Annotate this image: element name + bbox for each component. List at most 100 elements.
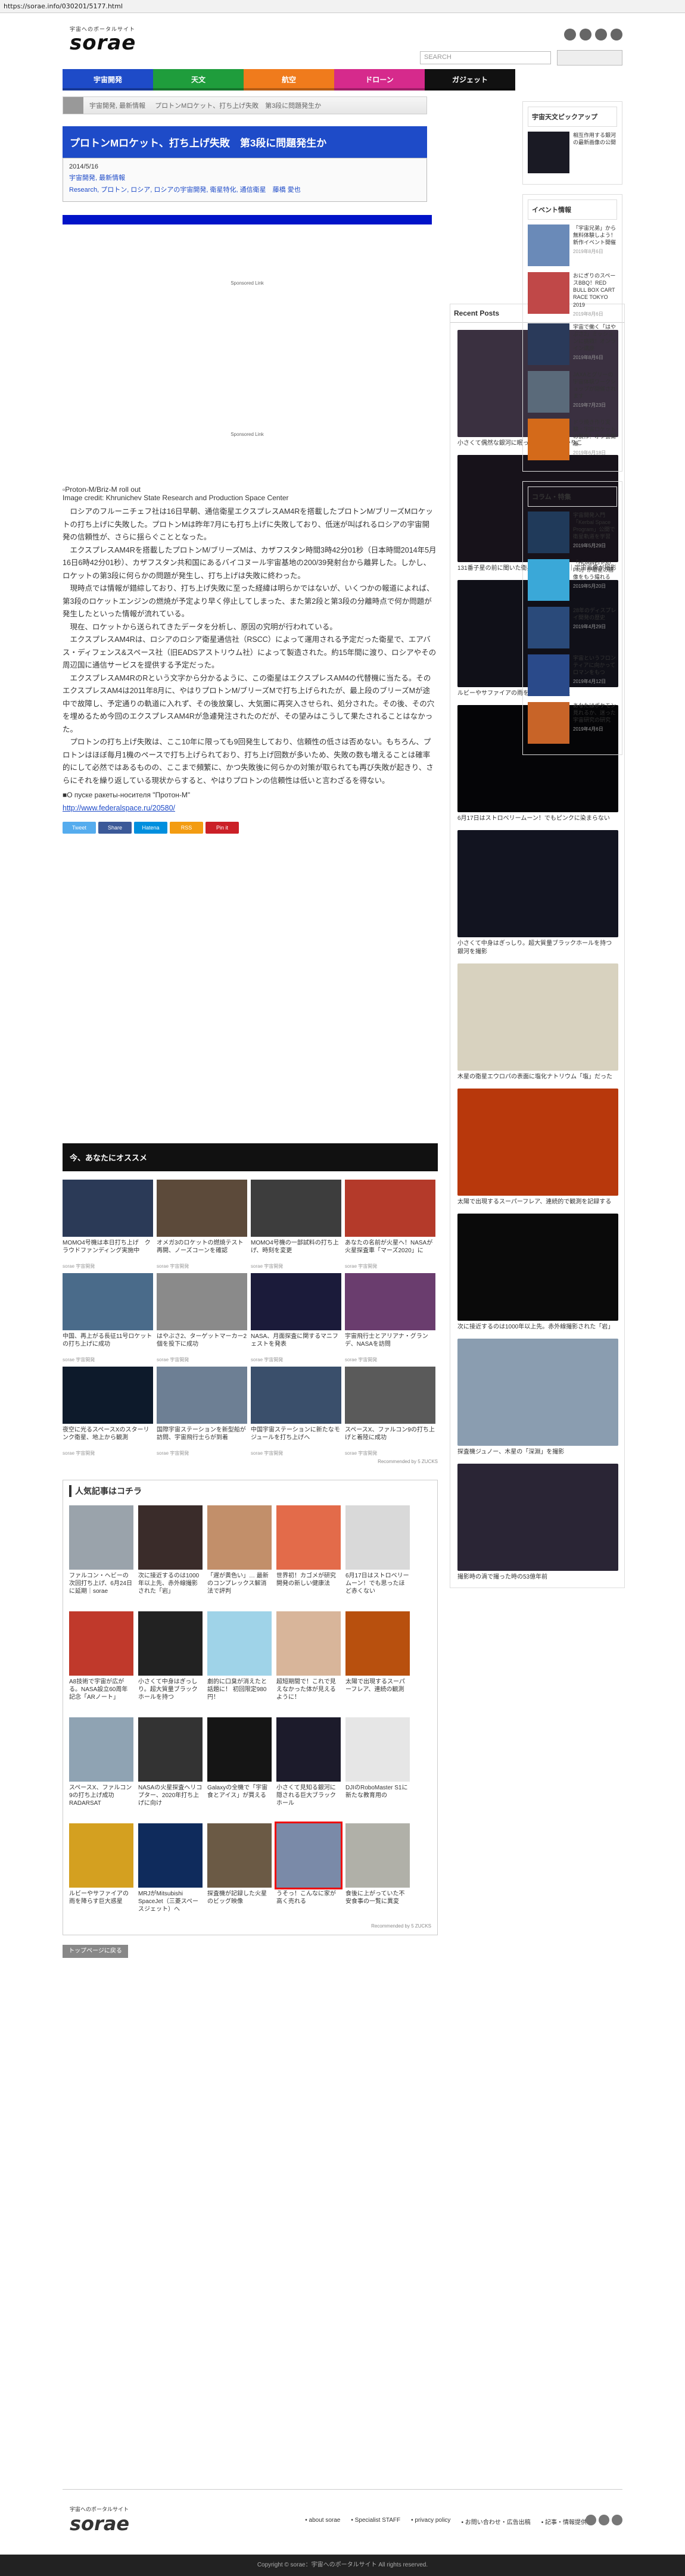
recommend-card[interactable]: はやぶさ2、ターゲットマーカー2個を投下に成功 sorae 宇宙開発: [157, 1273, 247, 1363]
popular-thumbnail: [345, 1505, 410, 1570]
share-button[interactable]: Tweet: [63, 822, 96, 834]
sidebar-item[interactable]: 「宇宙兄弟」から無料体験しよう！新作イベント開催 2019年8月6日: [528, 224, 617, 266]
recommend-card[interactable]: オメガ3のロケットの燃焼テスト再開、ノーズコーンを確認 sorae 宇宙開発: [157, 1180, 247, 1270]
popular-card[interactable]: 超短期間で！これで見えなかった体が見えるように！: [276, 1611, 341, 1709]
popular-card[interactable]: 6月17日はストロベリームーン！でも思ったほど赤くない: [345, 1505, 410, 1603]
facebook-icon[interactable]: [580, 29, 591, 40]
sidebar-item[interactable]: あなたはポケモン見れるか、迷った宇宙研究の研究 2019年4月6日: [528, 701, 617, 744]
recommend-source: sorae 宇宙開発: [157, 1264, 189, 1269]
share-button[interactable]: Pin it: [206, 822, 239, 834]
share-button[interactable]: Share: [98, 822, 132, 834]
back-to-top-button[interactable]: トップページに戻る: [63, 1945, 128, 1958]
nav-item[interactable]: 航空: [244, 69, 334, 91]
popular-thumbnail: [69, 1823, 133, 1888]
nav-item[interactable]: 宇宙開発: [63, 69, 153, 91]
popular-card[interactable]: ルビーやサファイアの雨を降らす巨大惑星: [69, 1823, 133, 1921]
site-logo[interactable]: sorae: [70, 31, 136, 55]
popular-thumbnail: [69, 1717, 133, 1782]
recommend-card[interactable]: あなたの名前が火星へ！NASAが火星探査車「マーズ2020」に sorae 宇宙開…: [345, 1180, 435, 1270]
ad-banner[interactable]: [63, 215, 432, 224]
article-tags[interactable]: Research, プロトン, ロシア, ロシアの宇宙開発, 衛星特化, 通信衛…: [69, 186, 266, 194]
popular-title: スペースX、ファルコン9の打ち上げ成功 RADARSAT: [69, 1785, 132, 1807]
nav-item[interactable]: 天文: [153, 69, 244, 91]
popular-title: 次に接近するのは1000年以上先、赤外線撮影された「岩」: [138, 1573, 200, 1595]
recent-post[interactable]: 木星の衛星エウロパの表面に塩化ナトリウム「塩」だった: [450, 963, 624, 1081]
recommend-card[interactable]: 中国宇宙ステーションに新たなモジュールを打ち上げへ sorae 宇宙開発: [251, 1367, 341, 1457]
recommend-card[interactable]: MOMO4号機の一部試料の打ち上げ、時刻を変更 sorae 宇宙開発: [251, 1180, 341, 1270]
sidebar-item[interactable]: 宇宙開発入門「Kerbal Space Program」公開で衛星軌道を学習 20…: [528, 511, 617, 553]
recent-post[interactable]: 探査機ジュノー、木星の「深淵」を撮影: [450, 1339, 624, 1457]
nav-item[interactable]: ガジェット: [425, 69, 515, 91]
popular-card[interactable]: MRJがMitsubishi SpaceJet（三菱スペースジェット）へ: [138, 1823, 203, 1921]
footer-link[interactable]: • privacy policy: [411, 2517, 450, 2526]
rss-icon[interactable]: [612, 2515, 622, 2525]
popular-card[interactable]: ファルコン・ヘビーの次回打ち上げ、6月24日に延期｜sorae: [69, 1505, 133, 1603]
recommend-card[interactable]: 夜空に光るスペースXのスターリンク衛星、地上から観測 sorae 宇宙開発: [63, 1367, 153, 1457]
article-categories[interactable]: 宇宙開発, 最新情報: [69, 173, 421, 182]
footer-links: • about sorae • Specialist STAFF • privacy…: [305, 2517, 587, 2526]
sidebar-item[interactable]: ドラ焼き作り実験・宇宙ロケットの製作！オフ会開催 2019年6月18日: [528, 418, 617, 460]
footer-link[interactable]: • about sorae: [305, 2517, 340, 2526]
sidebar-item[interactable]: 「HUAWEI P30 Pro」が衛星の画像をもう撮れる 2019年5月20日: [528, 559, 617, 601]
recommend-thumbnail: [251, 1180, 341, 1237]
popular-card[interactable]: NASAの火星探査ヘリコプター、2020年打ち上げに向け: [138, 1717, 203, 1815]
popular-card[interactable]: 世界初！カゴメが研究開発の新しい健康法: [276, 1505, 341, 1603]
source-link[interactable]: http://www.federalspace.ru/20580/: [63, 804, 438, 812]
recommend-card[interactable]: 宇宙飛行士とアリアナ・グランデ、NASAを訪問 sorae 宇宙開発: [345, 1273, 435, 1363]
popular-title: 太陽で出現するスーパーフレア、連続の観測: [345, 1679, 405, 1693]
home-icon[interactable]: [63, 97, 83, 114]
recommend-card[interactable]: 国際宇宙ステーションを新型船が訪問、宇宙飛行士らが到着 sorae 宇宙開発: [157, 1367, 247, 1457]
footer-social-icons: [586, 2515, 622, 2525]
article-author[interactable]: 藤橋 愛也: [273, 186, 301, 194]
recommend-thumbnail: [345, 1367, 435, 1424]
popular-card[interactable]: DJIのRoboMaster S1に新たな教育用の: [345, 1717, 410, 1815]
popular-card[interactable]: 探査機が記録した火星のビッグ映像: [207, 1823, 272, 1921]
popular-card[interactable]: A8技術で宇宙が広がる。NASA設立60周年記念「ARノート」: [69, 1611, 133, 1709]
share-button[interactable]: Hatena: [134, 822, 167, 834]
sidebar-item[interactable]: 宇宙というフロンティアに向かってロマンをもつ 2019年4月12日: [528, 654, 617, 696]
twitter-icon[interactable]: [564, 29, 576, 40]
search-input[interactable]: SEARCH: [420, 51, 551, 64]
share-button[interactable]: RSS: [170, 822, 203, 834]
sidebar-item[interactable]: 相互作用する銀河の最新画像の公開: [528, 132, 617, 173]
footer-link[interactable]: • Specialist STAFF: [351, 2517, 400, 2526]
popular-card[interactable]: うそっ！こんなに家が高く売れる: [275, 1822, 342, 1921]
sidebar-item[interactable]: 宇宙で働く「はやぶさ2」ミッションに挑戦！オンライン講座 2019年8月6日: [528, 323, 617, 365]
article-date: 2014/5/16: [69, 163, 98, 170]
popular-card[interactable]: Galaxyの全機で「宇宙食とアイス」が買える: [207, 1717, 272, 1815]
nav-item[interactable]: ドローン: [334, 69, 425, 91]
social-icons: [564, 29, 622, 40]
popular-card[interactable]: 小さくて見知る銀河に隠される巨大ブラックホール: [276, 1717, 341, 1815]
popular-card[interactable]: 「遅が黄色い」… 最新のコンプレックス解消法で評判: [207, 1505, 272, 1603]
sidebar-text: 宇宙というフロンティアに向かってロマンをもつ 2019年4月12日: [573, 654, 617, 696]
sidebar-item[interactable]: 28年のディスプレイ開発の歴史 2019年4月29日: [528, 606, 617, 648]
popular-card[interactable]: 食後に上がっていた不安食事の一覧に異変: [345, 1823, 410, 1921]
recent-post[interactable]: 小さくて中身はぎっしり。超大質量ブラックホールを持つ銀河を撮影: [450, 830, 624, 956]
recommend-card[interactable]: MOMO4号機は本日打ち上げ クラウドファンディング実施中 sorae 宇宙開発: [63, 1180, 153, 1270]
search-button[interactable]: [557, 50, 622, 66]
popular-card[interactable]: スペースX、ファルコン9の打ち上げ成功 RADARSAT: [69, 1717, 133, 1815]
recommend-thumbnail: [63, 1273, 153, 1330]
facebook-icon[interactable]: [599, 2515, 609, 2525]
twitter-icon[interactable]: [586, 2515, 596, 2525]
sidebar-item[interactable]: JAXAとグリーの宇宙体験ワークショップが開催されます 2019年7月23日: [528, 370, 617, 413]
recent-post[interactable]: 次に接近するのは1000年以上先。赤外線撮影された「岩」: [450, 1214, 624, 1331]
popular-card[interactable]: 太陽で出現するスーパーフレア、連続の観測: [345, 1611, 410, 1709]
address-bar[interactable]: https://sorae.info/030201/5177.html: [0, 0, 685, 13]
popular-card[interactable]: 劇的に口臭が消えたと話題に！ 初回限定980円！: [207, 1611, 272, 1709]
article-paragraph: エクスプレスAM4RのRという文字から分かるように、この衛星はエクスプレスAM4…: [63, 673, 435, 734]
recommend-card[interactable]: スペースX、ファルコン9の打ち上げと着陸に成功 sorae 宇宙開発: [345, 1367, 435, 1457]
popular-card[interactable]: 小さくて中身はぎっしり。超大質量ブラックホールを持つ: [138, 1611, 203, 1709]
breadcrumb-category[interactable]: 宇宙開発, 最新情報: [89, 101, 145, 110]
recent-post[interactable]: 撮影時の渦で撮った時の53億年前: [450, 1464, 624, 1582]
feedly-icon[interactable]: [611, 29, 622, 40]
recommend-card[interactable]: NASA、月面探査に関するマニフェストを発表 sorae 宇宙開発: [251, 1273, 341, 1363]
footer-logo[interactable]: sorae: [70, 2512, 129, 2535]
sidebar-item[interactable]: おにぎりのスペースBBQ！RED BULL BOX CART RACE TOKY…: [528, 272, 617, 317]
footer-link[interactable]: • 記事・情報提供: [541, 2517, 587, 2526]
popular-card[interactable]: 次に接近するのは1000年以上先、赤外線撮影された「岩」: [138, 1505, 203, 1603]
recent-post[interactable]: 太陽で出現するスーパーフレア、連続的で観測を記録する: [450, 1089, 624, 1206]
recommend-card[interactable]: 中国、再上がる長征11号ロケットの打ち上げに成功 sorae 宇宙開発: [63, 1273, 153, 1363]
footer-link[interactable]: • お問い合わせ・広告出稿: [461, 2517, 530, 2526]
rss-icon[interactable]: [595, 29, 607, 40]
